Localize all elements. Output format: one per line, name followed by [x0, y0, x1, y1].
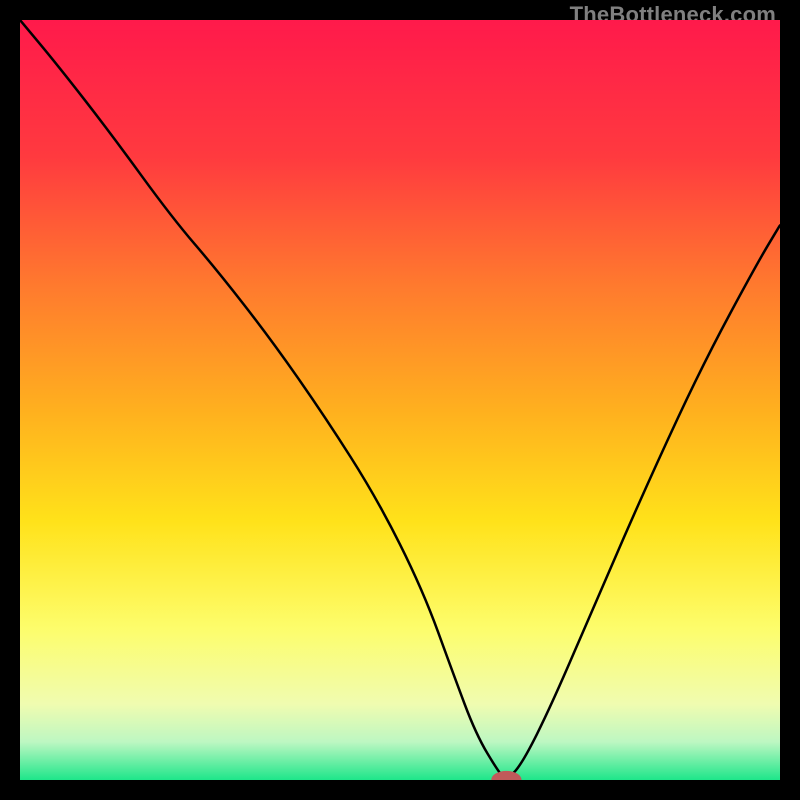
plot-area [20, 20, 780, 780]
chart-svg [20, 20, 780, 780]
chart-container: TheBottleneck.com [0, 0, 800, 800]
chart-background [20, 20, 780, 780]
